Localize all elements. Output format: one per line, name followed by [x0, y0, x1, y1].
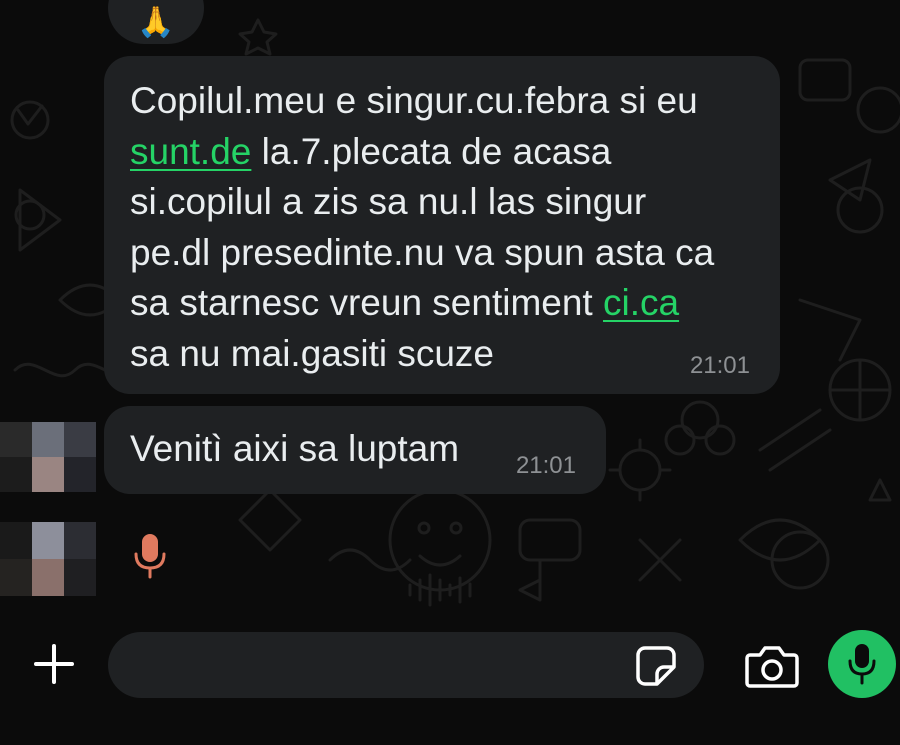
text-segment: Venitì aixi sa luptam — [130, 428, 460, 469]
message-bubble[interactable]: Venitì aixi sa luptam 21:01 — [104, 406, 606, 494]
camera-icon — [745, 646, 799, 688]
message-line: sa starnesc vreun sentiment ci.ca — [130, 278, 754, 329]
message-link[interactable]: sunt.de — [130, 131, 251, 172]
text-segment: si.copilul a zis sa nu.l las singur — [130, 181, 647, 222]
message-link[interactable]: ci.ca — [603, 282, 679, 323]
sender-avatar[interactable] — [0, 422, 96, 492]
message-line: sunt.de la.7.plecata de acasa — [130, 127, 754, 178]
message-line: sa nu mai.gasiti scuze — [130, 329, 754, 380]
message-line: pe.dl presedinte.nu va spun asta ca — [130, 228, 754, 279]
plus-icon — [34, 644, 74, 684]
record-voice-button[interactable] — [828, 630, 896, 698]
camera-button[interactable] — [742, 640, 802, 692]
message-bubble[interactable]: Copilul.meu e singur.cu.febra si eu sunt… — [104, 56, 780, 394]
sticker-icon — [636, 646, 676, 686]
message-line: Copilul.meu e singur.cu.febra si eu — [130, 76, 754, 127]
voice-note-mic-icon[interactable] — [116, 522, 184, 590]
text-segment: pe.dl presedinte.nu va spun asta ca — [130, 231, 715, 273]
folded-hands-emoji: 🙏 — [137, 6, 175, 39]
microphone-icon — [134, 534, 166, 579]
message-line: Venitì aixi sa luptam — [130, 424, 580, 475]
message-timestamp: 21:01 — [515, 452, 576, 479]
message-input[interactable] — [108, 632, 704, 698]
attach-button[interactable] — [26, 636, 82, 692]
text-segment: la.7.plecata de acasa — [251, 130, 612, 172]
message-timestamp: 21:01 — [689, 352, 750, 379]
microphone-icon — [848, 644, 876, 685]
message-text: Copilul.meu e singur.cu.febra si eu sunt… — [130, 76, 754, 379]
message-text: Venitì aixi sa luptam — [130, 424, 580, 475]
sender-avatar[interactable] — [0, 522, 96, 596]
message-line: si.copilul a zis sa nu.l las singur — [130, 177, 754, 228]
text-segment: sa nu mai.gasiti scuze — [130, 332, 495, 374]
text-segment: Copilul.meu e singur.cu.febra si eu — [130, 80, 698, 121]
text-segment: sa starnesc vreun sentiment — [130, 282, 603, 323]
sticker-button[interactable] — [634, 644, 678, 688]
